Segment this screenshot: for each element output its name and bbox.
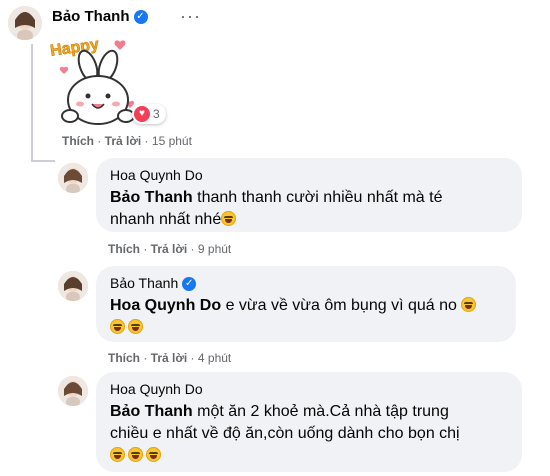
laughing-emoji-icon: [110, 319, 125, 334]
comment-author-row: Bảo Thanh ✓: [52, 8, 148, 25]
laughing-emoji-icon: [146, 447, 161, 462]
avatar[interactable]: [58, 271, 88, 301]
laughing-emoji-icon: [128, 447, 143, 462]
reply-link[interactable]: Trả lời: [151, 351, 188, 365]
timestamp[interactable]: 15 phút: [152, 134, 192, 148]
avatar[interactable]: [58, 163, 88, 193]
reaction-count-badge[interactable]: ♥ 3: [132, 104, 166, 124]
laughing-emoji-icon: [461, 297, 477, 312]
comment-text-line1: một ăn 2 khoẻ mà.Cả nhà tập trung: [197, 403, 449, 420]
avatar[interactable]: [8, 6, 42, 40]
laughing-emoji-icon: [221, 211, 237, 226]
comment-bubble: Hoa Quynh Do Bảo Thanh thanh thanh cười …: [96, 158, 522, 232]
avatar-photo: [8, 6, 42, 40]
comment-text: Hoa Quynh Do e vừa về vừa ôm bụng vì quá…: [110, 295, 510, 339]
heart-reaction-icon: ♥: [134, 106, 150, 122]
verified-badge-icon: ✓: [133, 10, 148, 25]
comment-text-line1: e vừa về vừa ôm bụng vì quá no: [225, 297, 457, 314]
timestamp[interactable]: 4 phút: [198, 351, 231, 365]
avatar-photo: [58, 376, 88, 406]
reply-author[interactable]: Hoa Quynh Do: [110, 167, 203, 183]
comment-bubble: Hoa Quynh Do Bảo Thanh một ăn 2 khoẻ mà.…: [96, 372, 522, 472]
mention[interactable]: Bảo Thanh: [110, 403, 193, 420]
reply-link[interactable]: Trả lời: [151, 242, 188, 256]
reaction-count: 3: [153, 107, 160, 121]
like-link[interactable]: Thích: [108, 351, 140, 365]
comment-text: Bảo Thanh một ăn 2 khoẻ mà.Cả nhà tập tr…: [110, 401, 515, 467]
comment-actions: Thích · Trả lời · 15 phút: [62, 134, 192, 148]
avatar-photo: [58, 271, 88, 301]
comment-actions: Thích · Trả lời · 9 phút: [108, 242, 232, 256]
verified-badge-icon: ✓: [182, 277, 197, 292]
more-options-icon[interactable]: ···: [180, 6, 201, 27]
comment-bubble: Bảo Thanh ✓ Hoa Quynh Do e vừa về vừa ôm …: [96, 266, 516, 342]
laughing-emoji-icon: [110, 447, 125, 462]
avatar-photo: [58, 163, 88, 193]
laughing-emoji-icon: [128, 319, 143, 334]
comment-text: Bảo Thanh thanh thanh cười nhiều nhất mà…: [110, 187, 510, 231]
timestamp[interactable]: 9 phút: [198, 242, 231, 256]
author-name[interactable]: Bảo Thanh: [52, 8, 130, 25]
reply-link[interactable]: Trả lời: [105, 134, 142, 148]
like-link[interactable]: Thích: [62, 134, 94, 148]
reply-author-row: Bảo Thanh ✓: [110, 275, 197, 292]
reply-author[interactable]: Bảo Thanh: [110, 275, 178, 291]
reply-author[interactable]: Hoa Quynh Do: [110, 381, 203, 397]
comment-text-line2: nhanh nhất nhé: [110, 211, 222, 228]
mention[interactable]: Hoa Quynh Do: [110, 297, 221, 314]
comment-actions: Thích · Trả lời · 4 phút: [108, 351, 232, 365]
comment-text-line1: thanh thanh cười nhiều nhất mà té: [197, 189, 443, 206]
like-link[interactable]: Thích: [108, 242, 140, 256]
comment-text-line2: chiều e nhất về độ ăn,còn uống dành cho …: [110, 425, 460, 442]
mention[interactable]: Bảo Thanh: [110, 189, 193, 206]
avatar[interactable]: [58, 376, 88, 406]
